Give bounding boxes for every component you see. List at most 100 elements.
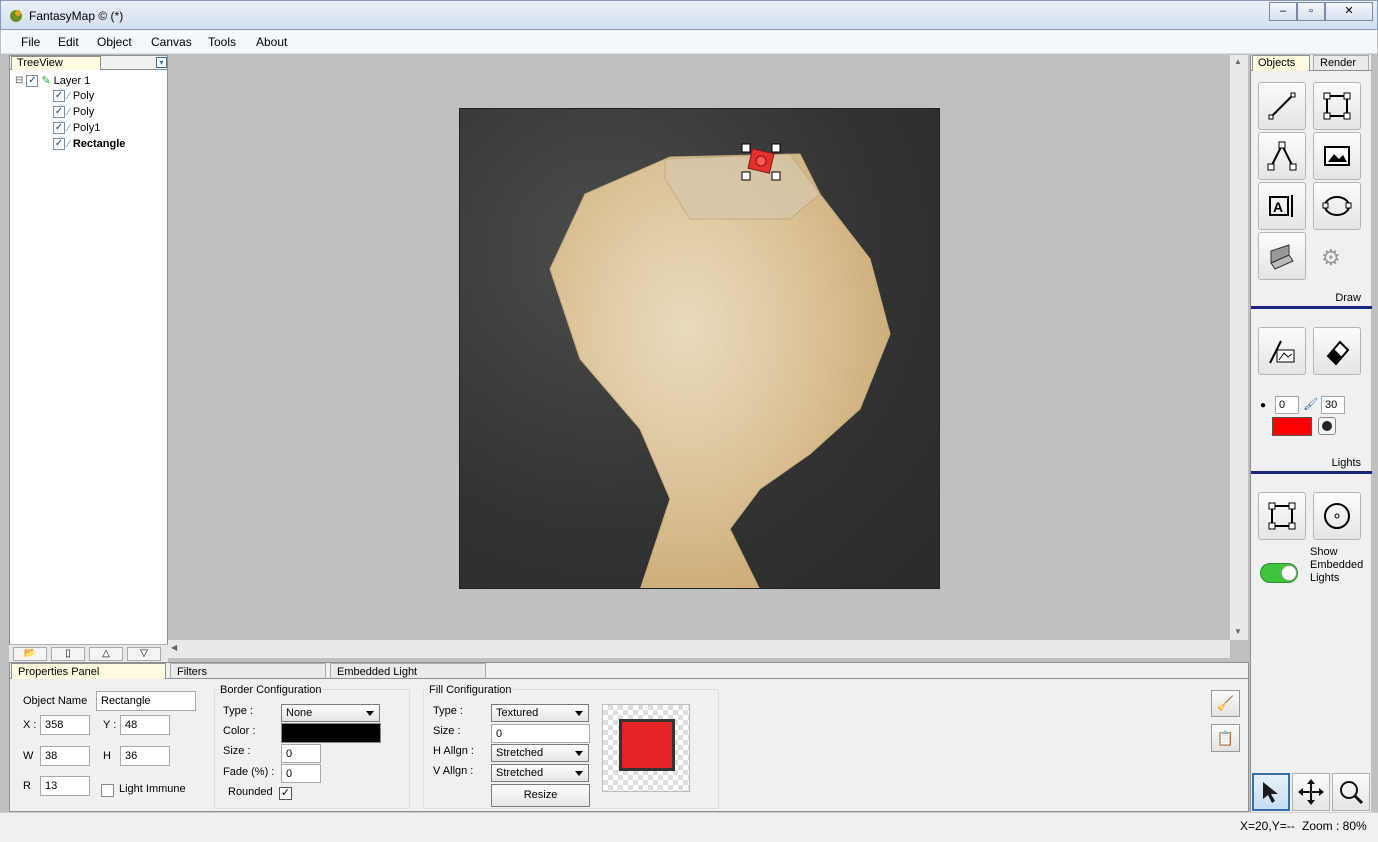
tree-row-poly[interactable]: ✓ ⁄ Poly <box>53 90 94 102</box>
light-immune-label: Light Immune <box>119 783 186 795</box>
pan-tool-button[interactable] <box>1292 773 1330 811</box>
brush-size-input[interactable]: 0 <box>1275 396 1299 414</box>
menu-edit[interactable]: Edit <box>58 35 79 49</box>
horizontal-scrollbar[interactable]: ◀ <box>168 640 1230 658</box>
tree-row-layer1[interactable]: ⊟ ✓ ✎ Layer 1 <box>15 74 90 87</box>
brush-width-input[interactable]: 30 <box>1321 396 1345 414</box>
x-label: X : <box>23 719 37 731</box>
close-button[interactable]: ✕ <box>1325 2 1373 21</box>
treeview-tabstrip: TreeView ▾ <box>10 56 167 70</box>
border-fade-input[interactable]: 0 <box>281 764 321 783</box>
move-up-icon[interactable]: △ <box>89 647 123 661</box>
tree-row-poly-2[interactable]: ✓ ⁄ Poly <box>53 106 94 118</box>
scroll-down-icon[interactable]: ▼ <box>1234 627 1242 636</box>
checkbox-rectangle[interactable]: ✓ <box>53 138 65 150</box>
paste-icon[interactable]: 📋 <box>1211 724 1240 752</box>
fill-type-select[interactable]: Textured <box>491 704 589 722</box>
map-drawing[interactable] <box>460 109 940 589</box>
valign-select[interactable]: Stretched <box>491 764 589 782</box>
text-tool-button[interactable]: A <box>1258 182 1306 230</box>
border-type-select[interactable]: None <box>281 704 380 722</box>
circle-icon <box>1322 421 1332 431</box>
canvas-area[interactable] <box>168 55 1230 640</box>
dock-menu-icon[interactable]: ▾ <box>156 57 167 68</box>
map-canvas[interactable] <box>459 108 940 589</box>
menu-about[interactable]: About <box>256 35 287 49</box>
tab-objects[interactable]: Objects <box>1252 55 1310 71</box>
border-type-label: Type : <box>223 705 253 717</box>
checkbox-poly1[interactable]: ✓ <box>53 122 65 134</box>
tree-toolbar: 📂 ▯ △ ▽ <box>9 644 168 662</box>
object-name-input[interactable]: Rectangle <box>96 691 196 711</box>
menu-tools[interactable]: Tools <box>208 35 236 49</box>
ellipse-tool-button[interactable] <box>1313 182 1361 230</box>
zoom-tool-button[interactable] <box>1332 773 1370 811</box>
tree-row-poly1[interactable]: ✓ ⁄ Poly1 <box>53 122 100 134</box>
brush-color-swatch[interactable] <box>1272 417 1312 436</box>
h-input[interactable]: 36 <box>120 746 170 766</box>
texture-tool-button[interactable] <box>1258 232 1306 280</box>
scroll-left-icon[interactable]: ◀ <box>171 643 177 652</box>
tab-render[interactable]: Render <box>1313 55 1369 70</box>
fill-size-input[interactable]: 0 <box>491 724 590 743</box>
window-title: FantasyMap © (*) <box>29 9 124 23</box>
r-label: R <box>23 780 31 792</box>
rect-light-button[interactable] <box>1258 492 1306 540</box>
r-input[interactable]: 13 <box>40 776 90 796</box>
y-input[interactable]: 48 <box>120 715 170 735</box>
collapse-icon[interactable]: ⊟ <box>15 75 23 86</box>
texture-preview[interactable] <box>602 704 690 792</box>
rectangle-tool-button[interactable] <box>1313 82 1361 130</box>
minimize-button[interactable]: ‒ <box>1269 2 1297 21</box>
checkbox-poly-2[interactable]: ✓ <box>53 106 65 118</box>
point-light-button[interactable] <box>1313 492 1361 540</box>
light-immune-checkbox[interactable] <box>101 784 114 797</box>
scroll-up-icon[interactable]: ▲ <box>1234 57 1242 66</box>
restore-button[interactable]: ▫ <box>1297 2 1325 21</box>
tree-label-poly: Poly <box>72 90 95 102</box>
bottom-tabstrip: Properties Panel Filters Embedded Light <box>10 663 1248 679</box>
brush-shape-button[interactable] <box>1318 417 1336 435</box>
resize-button[interactable]: Resize <box>491 784 590 807</box>
text-icon: A <box>1269 195 1293 217</box>
w-input[interactable]: 38 <box>40 746 90 766</box>
checkbox-layer1[interactable]: ✓ <box>26 74 39 87</box>
draw-section-label: Draw <box>1335 292 1361 304</box>
tab-treeview[interactable]: TreeView <box>11 56 101 70</box>
tab-embedded-light[interactable]: Embedded Light <box>330 663 486 678</box>
line-tool-button[interactable] <box>1258 82 1306 130</box>
border-color-swatch[interactable] <box>281 723 381 743</box>
polygon-tool-button[interactable] <box>1258 132 1306 180</box>
show-lights-toggle[interactable] <box>1260 563 1298 583</box>
tab-filters[interactable]: Filters <box>170 663 326 678</box>
valign-label: V Allgn : <box>433 765 474 777</box>
pencil-icon: ⁄ <box>68 138 70 150</box>
halign-select[interactable]: Stretched <box>491 744 589 762</box>
border-size-input[interactable]: 0 <box>281 744 321 763</box>
checkbox-poly[interactable]: ✓ <box>53 90 65 102</box>
menu-file[interactable]: File <box>21 35 40 49</box>
x-input[interactable]: 358 <box>40 715 90 735</box>
clear-brush-icon[interactable]: 🧹 <box>1211 690 1240 717</box>
object-name-label: Object Name <box>23 695 88 707</box>
rounded-checkbox[interactable]: ✓ <box>279 787 292 800</box>
delete-icon[interactable]: ▯ <box>51 647 85 661</box>
paint-tool-button[interactable] <box>1258 327 1306 375</box>
move-down-icon[interactable]: ▽ <box>127 647 161 661</box>
menu-canvas[interactable]: Canvas <box>151 35 192 49</box>
menu-object[interactable]: Object <box>97 35 132 49</box>
app-icon <box>10 10 22 22</box>
poly1-shape <box>664 153 821 220</box>
add-layer-icon[interactable]: 📂 <box>13 647 47 661</box>
status-bar: X=20,Y=-- Zoom : 80% <box>0 812 1378 842</box>
section-divider <box>1251 471 1372 474</box>
image-tool-button[interactable] <box>1313 132 1361 180</box>
brush-size-icon: ● <box>1260 400 1267 411</box>
vertical-scrollbar[interactable]: ▲ ▼ <box>1230 55 1248 640</box>
eraser-tool-button[interactable] <box>1313 327 1361 375</box>
brush-icon: 🖌 <box>1303 397 1319 411</box>
tree-row-rectangle[interactable]: ✓ ⁄ Rectangle <box>53 138 125 150</box>
gear-icon[interactable]: ⚙ <box>1321 245 1341 271</box>
tab-properties-panel[interactable]: Properties Panel <box>11 663 166 679</box>
select-tool-button[interactable] <box>1252 773 1290 811</box>
